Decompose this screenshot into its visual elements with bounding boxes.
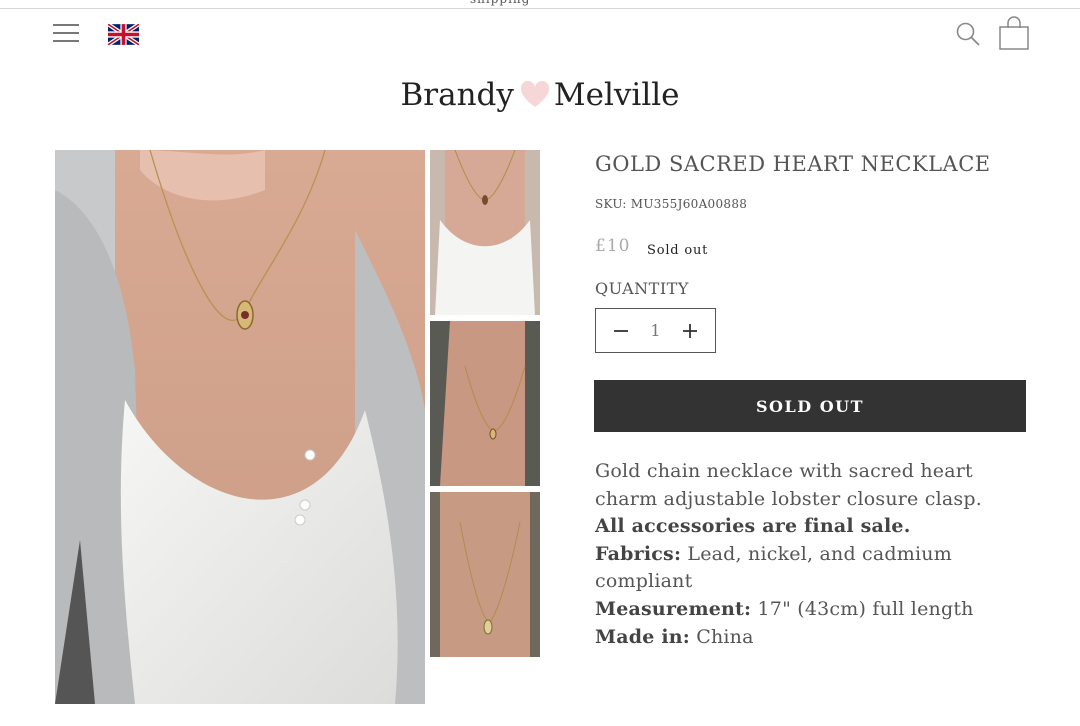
hamburger-menu-icon[interactable] — [53, 24, 79, 44]
sold-out-badge: Sold out — [647, 243, 709, 258]
plus-icon[interactable] — [681, 322, 699, 340]
product-description: Gold chain necklace with sacred heart ch… — [595, 458, 1015, 651]
shopping-bag-icon[interactable] — [998, 15, 1030, 51]
product-sku: SKU: MU355J60A00888 — [595, 197, 748, 211]
made-in-value: China — [689, 625, 754, 648]
product-thumbnail-1[interactable] — [430, 150, 540, 315]
announcement-bar: shipping — [0, 0, 1080, 9]
search-icon[interactable] — [955, 21, 981, 47]
announcement-text: shipping — [470, 0, 530, 6]
product-thumbnail-3[interactable] — [430, 492, 540, 657]
heart-icon — [520, 81, 549, 107]
made-in-label: Made in: — [595, 625, 690, 648]
product-price: £10 — [595, 236, 631, 256]
logo-text-melville: Melville — [553, 77, 680, 113]
brand-logo[interactable]: Brandy Melville — [0, 70, 1080, 120]
product-title: GOLD SACRED HEART NECKLACE — [595, 152, 991, 176]
measurement-value: 17" (43cm) full length — [751, 597, 974, 620]
product-main-image[interactable] — [55, 150, 425, 704]
minus-icon[interactable] — [612, 322, 630, 340]
quantity-stepper — [595, 308, 716, 353]
fabrics-label: Fabrics: — [595, 542, 682, 565]
sold-out-button[interactable]: SOLD OUT — [594, 380, 1026, 432]
quantity-label: QUANTITY — [595, 279, 689, 298]
uk-flag-icon[interactable] — [108, 24, 139, 45]
logo-text-brandy: Brandy — [400, 77, 514, 113]
quantity-input[interactable] — [640, 320, 671, 341]
measurement-label: Measurement: — [595, 597, 752, 620]
final-sale-note: All accessories are final sale. — [595, 515, 911, 538]
product-thumbnail-2[interactable] — [430, 321, 540, 486]
description-text: Gold chain necklace with sacred heart ch… — [595, 460, 982, 510]
